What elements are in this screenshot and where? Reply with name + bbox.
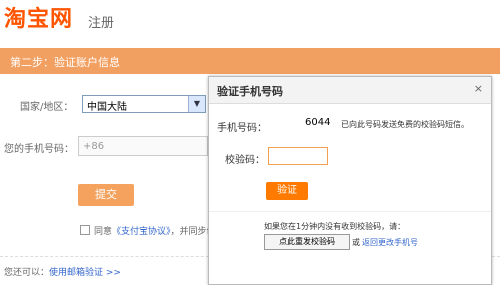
alt-prefix: 您还可以：	[4, 268, 50, 278]
verify-button[interactable]: 验证	[266, 182, 308, 200]
resend-code-button[interactable]: 点此重发校验码	[264, 234, 350, 250]
code-label: 校验码：	[225, 155, 265, 166]
phone-prefix: +86	[83, 141, 105, 152]
close-icon[interactable]: ×	[474, 82, 483, 95]
dialog-divider	[209, 211, 491, 212]
dialog-phone-label: 手机号码：	[217, 123, 267, 134]
page-subtitle: 注册	[88, 16, 115, 31]
resend-note: 如果您在1分钟内没有收到校验码，请：	[264, 222, 406, 231]
verify-phone-dialog: 验证手机号码 × 手机号码： 6044 已向此号码发送免费的校验码短信。 校验码…	[208, 76, 492, 285]
dialog-titlebar: 验证手机号码	[209, 77, 491, 104]
phone-input[interactable]: +86	[78, 136, 208, 156]
region-value: 中国大陆	[87, 102, 127, 113]
change-phone-link[interactable]: 返回更改手机号	[362, 237, 418, 248]
or-text: 或	[352, 238, 360, 247]
step-title: 第二步：验证账户信息	[10, 56, 120, 69]
agree-prefix: 同意	[94, 227, 113, 237]
region-select[interactable]: 中国大陆 ▼	[82, 95, 206, 113]
alt-verify: 您还可以：使用邮箱验证 >>	[4, 265, 121, 278]
chevron-down-icon[interactable]: ▼	[188, 96, 205, 112]
region-label: 国家/地区：	[20, 102, 74, 113]
phone-label: 您的手机号码：	[4, 144, 74, 155]
dialog-title: 验证手机号码	[217, 85, 283, 98]
step-header: 第二步：验证账户信息	[0, 48, 500, 74]
agreement-link[interactable]: 《支付宝协议》	[112, 227, 171, 237]
taobao-logo: 淘宝网	[4, 7, 74, 32]
dialog-phone-value: 6044	[305, 117, 331, 128]
code-input[interactable]	[268, 147, 328, 165]
submit-button[interactable]: 提交	[78, 184, 134, 206]
agree-checkbox[interactable]	[80, 225, 90, 235]
agree-row: 同意《支付宝协议》，并同步创	[80, 224, 216, 237]
email-verify-link[interactable]: 使用邮箱验证 >>	[49, 268, 121, 278]
dialog-phone-note: 已向此号码发送免费的校验码短信。	[341, 120, 469, 129]
